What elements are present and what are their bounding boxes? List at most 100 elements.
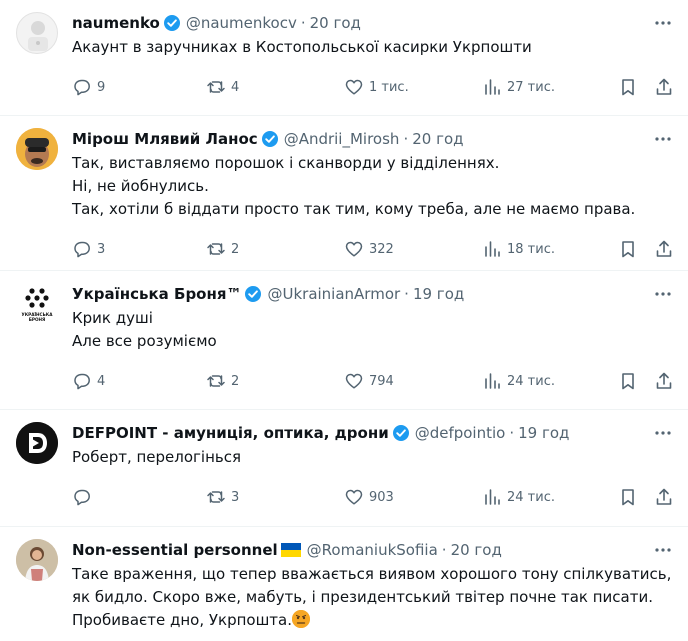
tweet-text-line: Роберт, перелогінься	[72, 448, 242, 466]
like-button[interactable]: 322	[344, 239, 394, 259]
display-name[interactable]: DEFPOINT - амуниція, оптика, дрони	[72, 424, 389, 442]
views-chart-icon	[485, 241, 500, 257]
avatar[interactable]	[16, 422, 58, 464]
retweet-icon	[207, 243, 225, 255]
timestamp[interactable]: 20 год	[412, 130, 463, 148]
like-count: 794	[369, 373, 394, 389]
reply-icon	[74, 489, 90, 506]
avatar[interactable]	[16, 128, 58, 170]
angry-face-emoji-icon	[292, 610, 310, 628]
share-button[interactable]	[654, 487, 674, 507]
bookmark-button[interactable]	[618, 487, 638, 507]
tweet-text-line: Ні, не йобнулись.	[72, 177, 209, 195]
bookmark-button[interactable]	[618, 371, 638, 391]
tweet-text: Так, виставляємо порошок і сканворди у в…	[72, 152, 672, 221]
more-options-icon[interactable]	[652, 539, 674, 561]
bookmark-button[interactable]	[618, 77, 638, 97]
tweet[interactable]: Non-essential personnel @RomaniukSofiia …	[0, 527, 688, 641]
retweet-count: 2	[231, 373, 240, 389]
handle[interactable]: @defpointio	[415, 424, 506, 442]
bookmark-button[interactable]	[618, 239, 638, 259]
retweet-count: 4	[231, 79, 240, 95]
retweet-button[interactable]: 3	[206, 487, 239, 507]
views-button[interactable]: 27 тис.	[482, 77, 555, 97]
tweet-text-line: Таке враження, що тепер вважається вияво…	[72, 565, 672, 583]
more-options-icon[interactable]	[652, 283, 674, 305]
like-button[interactable]: 794	[344, 371, 394, 391]
reply-button[interactable]: 9	[72, 77, 105, 97]
views-chart-icon	[485, 79, 500, 95]
avatar[interactable]: УКРАЇНСЬКА БРОНЯ	[16, 283, 58, 325]
tweet[interactable]: Мірош Млявий Ланос @Andrii_Mirosh · 20 г…	[0, 116, 688, 271]
tweet-actions: 3 2 322 18 тис.	[72, 227, 672, 271]
views-count: 18 тис.	[507, 241, 555, 257]
share-button[interactable]	[654, 77, 674, 97]
reply-button[interactable]: 4	[72, 371, 105, 391]
more-options-icon[interactable]	[652, 128, 674, 150]
reply-button[interactable]	[72, 487, 97, 507]
separator-dot: ·	[300, 14, 306, 32]
views-count: 24 тис.	[507, 373, 555, 389]
tweet-text-line: Так, виставляємо порошок і сканворди у в…	[72, 154, 500, 172]
tweet-header: Non-essential personnel @RomaniukSofiia …	[72, 539, 672, 561]
views-button[interactable]: 24 тис.	[482, 487, 555, 507]
display-name[interactable]: Українська Броня™	[72, 285, 241, 303]
reply-icon	[74, 373, 90, 390]
tweet-header: Українська Броня™ @UkrainianArmor · 19 г…	[72, 283, 672, 305]
tweet-header: DEFPOINT - амуниція, оптика, дрони @defp…	[72, 422, 672, 444]
retweet-button[interactable]: 4	[206, 77, 239, 97]
avatar[interactable]	[16, 12, 58, 54]
handle[interactable]: @naumenkocv	[186, 14, 297, 32]
views-count: 24 тис.	[507, 489, 555, 505]
more-options-icon[interactable]	[652, 12, 674, 34]
retweet-count: 2	[231, 241, 240, 257]
tweet-text: Роберт, перелогінься	[72, 446, 672, 469]
tweet-header: naumenko @naumenkocv · 20 год	[72, 12, 672, 34]
heart-icon	[345, 79, 363, 95]
display-name[interactable]: Non-essential personnel	[72, 541, 278, 559]
reply-icon	[74, 79, 90, 96]
handle[interactable]: @RomaniukSofiia	[307, 541, 438, 559]
more-options-icon[interactable]	[652, 422, 674, 444]
tweet-actions: 4 2 794 24 тис.	[72, 359, 672, 403]
verified-badge-icon	[261, 130, 279, 148]
verified-badge-icon	[392, 424, 410, 442]
retweet-button[interactable]: 2	[206, 239, 239, 259]
ukraine-flag-icon	[280, 542, 302, 558]
bookmark-icon	[622, 489, 634, 506]
avatar[interactable]	[16, 539, 58, 581]
like-button[interactable]: 1 тис.	[344, 77, 409, 97]
timestamp[interactable]: 19 год	[518, 424, 569, 442]
tweet[interactable]: naumenko @naumenkocv · 20 год Акаунт в з…	[0, 0, 688, 116]
avatar-logo-text: БРОНЯ	[29, 317, 46, 322]
timestamp[interactable]: 19 год	[413, 285, 464, 303]
retweet-icon	[207, 491, 225, 503]
display-name[interactable]: naumenko	[72, 14, 160, 32]
like-button[interactable]: 903	[344, 487, 394, 507]
reply-count: 3	[97, 241, 106, 257]
separator-dot: ·	[403, 130, 409, 148]
tweet-text-line: Пробиваєте дно, Укрпошта.	[72, 611, 292, 629]
reply-count: 4	[97, 373, 106, 389]
retweet-button[interactable]: 2	[206, 371, 239, 391]
timestamp[interactable]: 20 год	[451, 541, 502, 559]
reply-button[interactable]: 3	[72, 239, 105, 259]
separator-dot: ·	[404, 285, 409, 303]
timestamp[interactable]: 20 год	[310, 14, 361, 32]
like-count: 1 тис.	[369, 79, 409, 95]
tweet-text-line: Так, хотіли б віддати просто так тим, ко…	[72, 200, 636, 218]
reply-icon	[74, 241, 90, 258]
views-chart-icon	[485, 373, 500, 389]
views-button[interactable]: 24 тис.	[482, 371, 555, 391]
views-button[interactable]: 18 тис.	[482, 239, 555, 259]
tweet[interactable]: УКРАЇНСЬКА БРОНЯ Українська Броня™ @Ukra…	[0, 271, 688, 410]
heart-icon	[345, 373, 363, 389]
handle[interactable]: @Andrii_Mirosh	[284, 130, 400, 148]
retweet-count: 3	[231, 489, 240, 505]
reply-count: 9	[97, 79, 106, 95]
tweet[interactable]: DEFPOINT - амуниція, оптика, дрони @defp…	[0, 410, 688, 527]
display-name[interactable]: Мірош Млявий Ланос	[72, 130, 258, 148]
share-button[interactable]	[654, 239, 674, 259]
handle[interactable]: @UkrainianArmor	[267, 285, 400, 303]
share-button[interactable]	[654, 371, 674, 391]
